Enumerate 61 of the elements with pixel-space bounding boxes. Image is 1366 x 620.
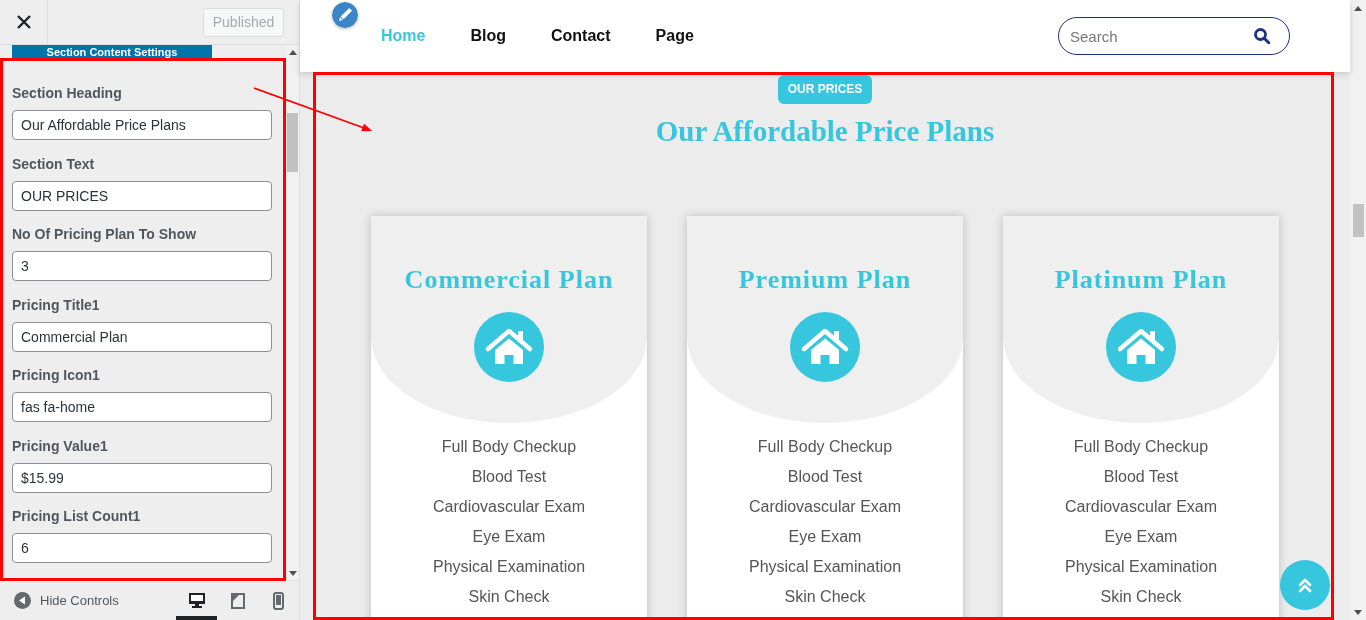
scrollbar-thumb[interactable] (287, 113, 298, 172)
text-field[interactable]: $15.99 (12, 462, 272, 493)
plan-feature: Full Body Checkup (756, 437, 894, 457)
plan-feature: Physical Examination (747, 557, 903, 577)
plan-feature: Eye Exam (1103, 527, 1179, 547)
plan-feature: Cardiovascular Exam (747, 497, 903, 517)
plan-feature: Skin Check (467, 587, 551, 607)
plan-feature: Eye Exam (471, 527, 547, 547)
double-chevron-up-icon (1298, 577, 1312, 593)
hide-controls-button[interactable]: Hide Controls (0, 581, 119, 620)
text-field[interactable]: Our Affordable Price Plans (12, 110, 272, 140)
section-title-bar: Section Content Settings (12, 45, 212, 59)
text-field[interactable]: fas fa-home (12, 392, 272, 422)
pencil-icon[interactable] (332, 2, 358, 28)
tablet-icon (230, 592, 245, 609)
plan-feature: Blood Test (470, 467, 548, 487)
plan-feature: Full Body Checkup (440, 437, 578, 457)
field-label: Pricing Title1 (12, 295, 101, 314)
scroll-down-arrow-icon[interactable] (288, 570, 297, 576)
section-badge: OUR PRICES (777, 75, 873, 104)
scroll-up-arrow-icon[interactable] (288, 49, 297, 55)
monitor-icon (188, 593, 205, 608)
field-label: Section Heading (12, 84, 123, 102)
nav-link[interactable]: Contact (551, 27, 611, 45)
plan-feature: Skin Check (783, 587, 867, 607)
plan-feature: Cardiovascular Exam (431, 497, 587, 517)
scroll-up-arrow-icon[interactable] (1354, 5, 1362, 11)
scrollbar-thumb[interactable] (1352, 204, 1364, 237)
text-field[interactable]: 3 (12, 251, 272, 281)
phone-icon (273, 591, 284, 610)
field-label: Pricing List Count1 (12, 507, 142, 525)
plan-feature: Skin Check (1099, 587, 1183, 607)
plan-title: Premium Plan (738, 264, 912, 296)
house-icon (1106, 312, 1176, 382)
scrollbar[interactable] (1350, 0, 1366, 620)
plan-feature: Blood Test (786, 467, 864, 487)
plan-feature: Blood Test (1102, 467, 1180, 487)
plan-feature: Full Body Checkup (1072, 437, 1210, 457)
plan-feature: Physical Examination (1063, 557, 1219, 577)
plan-feature: Cardiovascular Exam (1063, 497, 1219, 517)
search-icon[interactable] (1254, 28, 1270, 44)
text-field[interactable]: OUR PRICES (12, 180, 272, 211)
plan-title: Platinum Plan (1054, 264, 1228, 296)
plan-title: Commercial Plan (404, 264, 614, 296)
field-label: Pricing Icon1 (12, 366, 101, 384)
plan-feature: Eye Exam (787, 527, 863, 547)
text-field[interactable]: Commercial Plan (12, 321, 272, 352)
house-icon (790, 312, 860, 382)
search-field[interactable]: Search (1058, 17, 1290, 55)
scroll-down-arrow-icon[interactable] (1354, 609, 1362, 615)
text-field[interactable]: 6 (12, 533, 272, 563)
left-arrow-circle-icon (14, 592, 31, 609)
field-label: No Of Pricing Plan To Show (12, 225, 198, 243)
field-label: Pricing Value1 (12, 436, 109, 455)
nav-link[interactable]: Blog (470, 27, 506, 45)
nav-link[interactable]: Page (655, 27, 694, 45)
plan-feature: Physical Examination (431, 557, 587, 577)
close-icon (16, 15, 31, 29)
section-heading: Our Affordable Price Plans (655, 114, 995, 148)
house-icon (474, 312, 544, 382)
field-label: Section Text (12, 154, 96, 173)
